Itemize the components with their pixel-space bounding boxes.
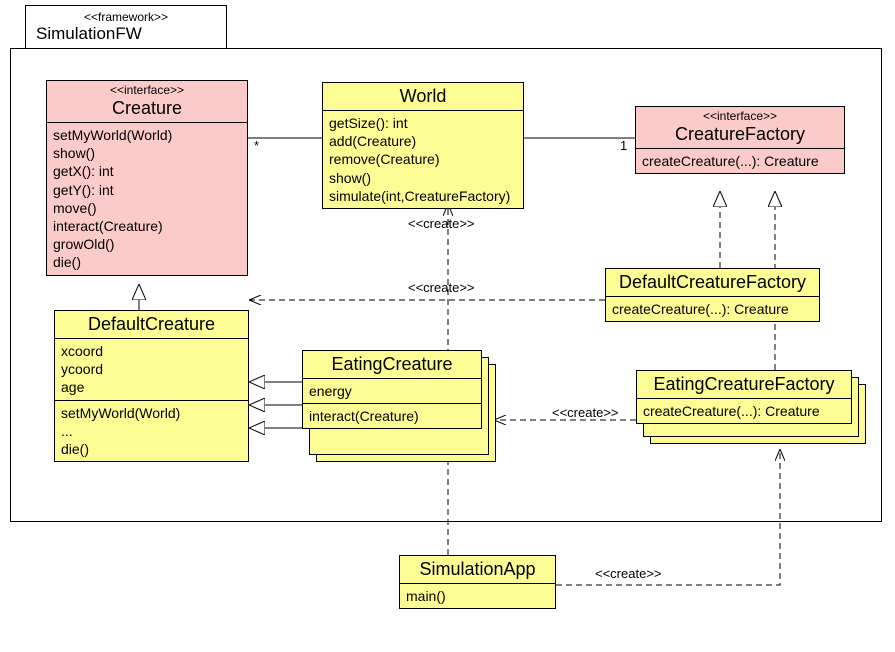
defcreature-attrs: xcoord ycoord age	[55, 338, 248, 400]
op: setMyWorld(World)	[61, 404, 242, 422]
op: add(Creature)	[329, 132, 517, 150]
op: setMyWorld(World)	[53, 126, 241, 144]
world-ops: getSize(): int add(Creature) remove(Crea…	[323, 110, 523, 208]
creature-stereotype: <<interface>>	[51, 83, 243, 97]
eatcreature-name: EatingCreature	[307, 353, 477, 376]
attr: energy	[309, 382, 475, 400]
class-eating-creature-factory-stack: EatingCreatureFactory createCreature(...…	[636, 370, 866, 450]
cfactory-stereotype: <<interface>>	[640, 109, 840, 123]
op: die()	[61, 440, 242, 458]
class-world: World getSize(): int add(Creature) remov…	[322, 82, 524, 209]
defcfactory-name: DefaultCreatureFactory	[610, 271, 815, 294]
simapp-ops: main()	[400, 583, 555, 608]
multiplicity-star: *	[254, 138, 259, 153]
create-label: <<create>>	[552, 405, 619, 420]
defcfactory-ops: createCreature(...): Creature	[606, 296, 819, 321]
package-stereotype: <<framework>>	[36, 10, 216, 24]
defcreature-ops: setMyWorld(World) ... die()	[55, 400, 248, 462]
op: getY(): int	[53, 181, 241, 199]
package-name: SimulationFW	[36, 24, 216, 44]
op: getX(): int	[53, 162, 241, 180]
simapp-name: SimulationApp	[404, 558, 551, 581]
eatcfactory-ops: createCreature(...): Creature	[637, 398, 851, 423]
op: show()	[329, 169, 517, 187]
uml-diagram: <<framework>> SimulationFW <<interface>>…	[0, 0, 895, 652]
class-simulation-app: SimulationApp main()	[399, 555, 556, 609]
eatcreature-ops: interact(Creature)	[303, 403, 481, 428]
op: die()	[53, 253, 241, 271]
create-label: <<create>>	[408, 216, 475, 231]
world-name: World	[327, 85, 519, 108]
class-creature-factory: <<interface>> CreatureFactory createCrea…	[635, 106, 845, 174]
op: simulate(int,CreatureFactory)	[329, 187, 517, 205]
package-tab: <<framework>> SimulationFW	[25, 5, 227, 49]
class-eating-creature-stack: EatingCreature energy interact(Creature)	[302, 350, 497, 460]
attr: age	[61, 378, 242, 396]
attr: ycoord	[61, 360, 242, 378]
op: createCreature(...): Creature	[643, 402, 845, 420]
op: remove(Creature)	[329, 150, 517, 168]
eatcfactory-name: EatingCreatureFactory	[641, 373, 847, 396]
op: main()	[406, 587, 549, 605]
creature-name: Creature	[51, 97, 243, 120]
creature-ops: setMyWorld(World) show() getX(): int get…	[47, 122, 247, 275]
create-label: <<create>>	[408, 280, 475, 295]
class-creature: <<interface>> Creature setMyWorld(World)…	[46, 80, 248, 276]
op: interact(Creature)	[309, 407, 475, 425]
attr: xcoord	[61, 342, 242, 360]
cfactory-ops: createCreature(...): Creature	[636, 148, 844, 173]
class-eating-creature: EatingCreature energy interact(Creature)	[302, 350, 482, 429]
eatcreature-attrs: energy	[303, 378, 481, 403]
op: getSize(): int	[329, 114, 517, 132]
op: interact(Creature)	[53, 217, 241, 235]
op: growOld()	[53, 235, 241, 253]
op: createCreature(...): Creature	[612, 300, 813, 318]
op: ...	[61, 422, 242, 440]
op: show()	[53, 144, 241, 162]
multiplicity-one: 1	[620, 138, 627, 153]
class-default-creature: DefaultCreature xcoord ycoord age setMyW…	[54, 310, 249, 462]
defcreature-name: DefaultCreature	[59, 313, 244, 336]
class-eating-creature-factory: EatingCreatureFactory createCreature(...…	[636, 370, 852, 424]
op: createCreature(...): Creature	[642, 152, 838, 170]
class-default-creature-factory: DefaultCreatureFactory createCreature(..…	[605, 268, 820, 322]
op: move()	[53, 199, 241, 217]
cfactory-name: CreatureFactory	[640, 123, 840, 146]
create-label: <<create>>	[595, 566, 662, 581]
